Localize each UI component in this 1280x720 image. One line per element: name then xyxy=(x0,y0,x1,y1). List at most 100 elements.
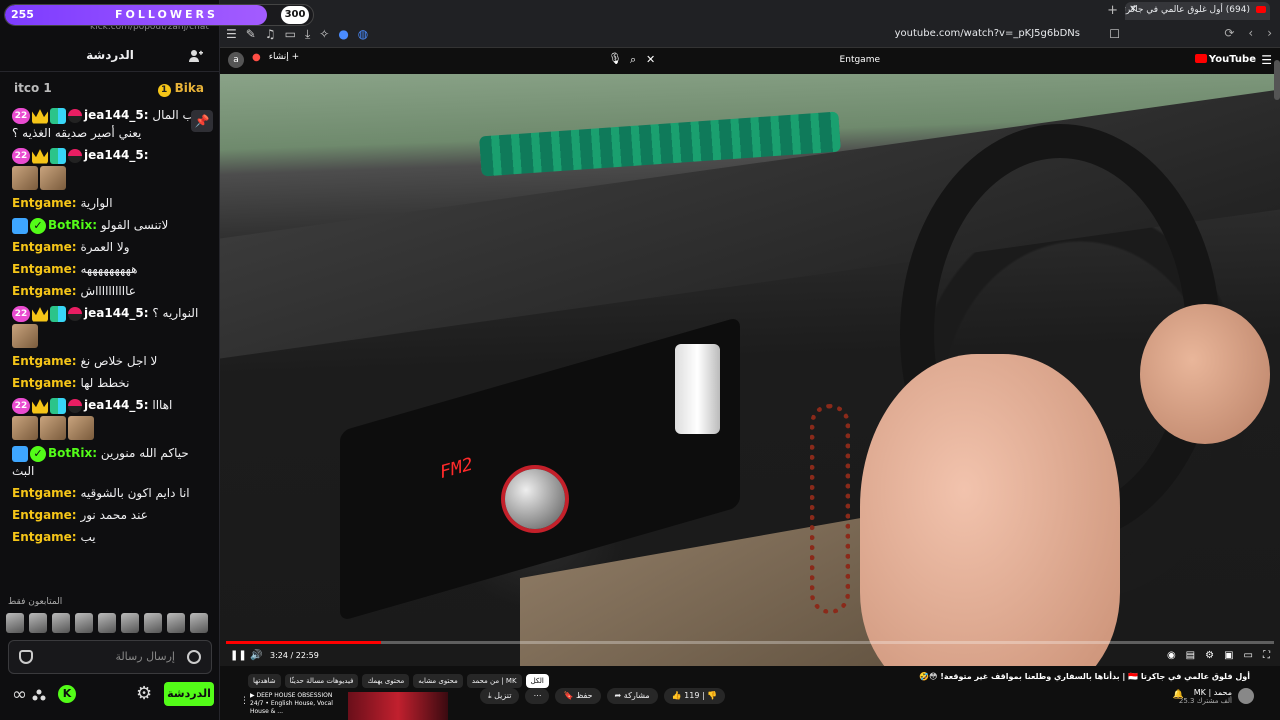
subscriber-badge-icon[interactable]: 22 xyxy=(12,107,30,124)
infinity-icon[interactable]: ∞ xyxy=(12,684,27,705)
kick-icon[interactable]: K xyxy=(58,685,76,703)
chat-input[interactable]: إرسال رسالة xyxy=(8,640,212,674)
chat-username[interactable]: jea144_5: xyxy=(84,108,149,122)
grid-badge-icon[interactable] xyxy=(50,397,66,414)
emote-6[interactable] xyxy=(121,613,139,633)
verified-badge-icon[interactable]: ✓ xyxy=(30,445,46,462)
chat-username[interactable]: Entgame: xyxy=(12,262,77,276)
emote-4[interactable] xyxy=(75,613,93,633)
recommended-video-title[interactable]: ▶ DEEP HOUSE OBSESSION 24/7 • English Ho… xyxy=(250,692,346,716)
extension-globe-icon[interactable]: ◍ xyxy=(358,27,368,42)
scrollbar[interactable] xyxy=(1274,60,1280,100)
channel-avatar[interactable] xyxy=(1238,688,1254,704)
pokeball-badge-icon[interactable] xyxy=(68,108,82,123)
menu-icon[interactable]: ☰ xyxy=(226,27,237,42)
bot-badge-icon[interactable] xyxy=(12,217,28,234)
save-button[interactable]: 🔖 حفظ xyxy=(555,688,601,704)
youtube-logo[interactable]: YouTube xyxy=(1194,54,1256,65)
bot-badge-icon[interactable] xyxy=(12,445,28,462)
crown-badge-icon[interactable] xyxy=(32,307,48,322)
emote-8[interactable] xyxy=(167,613,185,633)
send-chat-button[interactable]: الدردشة xyxy=(164,682,214,706)
share-button[interactable]: ➦ مشاركة xyxy=(606,688,658,704)
pen-icon[interactable]: ✎ xyxy=(246,27,256,42)
filter-chip[interactable]: الكل xyxy=(525,674,549,688)
more-button[interactable]: ⋯ xyxy=(525,688,550,704)
emote-9[interactable] xyxy=(190,613,208,633)
search-box[interactable]: ⌕ ✕ Entgame xyxy=(630,53,880,69)
grid-badge-icon[interactable] xyxy=(50,147,66,164)
video-player[interactable]: FM2 xyxy=(220,74,1280,666)
crown-badge-icon[interactable] xyxy=(32,149,48,164)
chat-username[interactable]: BotRix: xyxy=(48,218,97,232)
mic-icon[interactable]: 🎙 xyxy=(608,52,622,65)
filter-chip[interactable]: فيديوهات مسالة حديثًا xyxy=(284,674,359,688)
pin-icon[interactable]: 📌 xyxy=(191,110,213,132)
miniplayer-icon[interactable]: ▣ xyxy=(1224,650,1233,661)
emote-1[interactable] xyxy=(6,613,24,633)
theater-icon[interactable]: ▭ xyxy=(1244,650,1253,661)
extension-blue-icon[interactable]: ● xyxy=(338,27,348,42)
emote-2[interactable] xyxy=(29,613,47,633)
like-button[interactable]: 👍 119 | 👎 xyxy=(663,688,726,704)
bookmark-icon[interactable]: ☐ xyxy=(1109,27,1120,41)
chat-username[interactable]: BotRix: xyxy=(48,446,97,460)
create-button[interactable]: إنشاء + xyxy=(269,52,299,68)
crown-badge-icon[interactable] xyxy=(32,109,48,124)
chat-username[interactable]: Entgame: xyxy=(12,486,77,500)
chat-username[interactable]: jea144_5: xyxy=(84,398,149,412)
chat-username[interactable]: Entgame: xyxy=(12,530,77,544)
chat-username[interactable]: Entgame: xyxy=(12,354,77,368)
subtitles-icon[interactable]: ▤ xyxy=(1186,650,1195,661)
fullscreen-icon[interactable]: ⛶ xyxy=(1263,650,1270,661)
tab-youtube[interactable]: ✕ (694) أول غلوق عالمي في جاكرتا xyxy=(1125,2,1270,20)
notification-icon[interactable]: ● xyxy=(252,52,261,68)
clear-search-icon[interactable]: ✕ xyxy=(646,53,655,66)
reload-icon[interactable]: ⟳ xyxy=(1224,26,1234,40)
chat-username[interactable]: Entgame: xyxy=(12,376,77,390)
pokeball-badge-icon[interactable] xyxy=(68,306,82,321)
filter-chip[interactable]: محتوى يهمك xyxy=(362,674,410,688)
emote-3[interactable] xyxy=(52,613,70,633)
download-icon[interactable]: ⤓ xyxy=(305,27,310,42)
address-bar[interactable]: youtube.com/watch?v=_pKJ5g6bDNs xyxy=(895,28,1080,39)
chat-username[interactable]: jea144_5: xyxy=(84,306,149,320)
recommended-video-thumbnail[interactable] xyxy=(348,692,448,720)
close-tab-icon[interactable]: ✕ xyxy=(1129,4,1137,15)
music-icon[interactable]: ♫ xyxy=(265,27,276,42)
hamburger-icon[interactable]: ☰ xyxy=(1261,53,1272,67)
search-icon[interactable]: ⌕ xyxy=(630,53,636,67)
emoji-icon[interactable] xyxy=(187,650,201,664)
shield-icon[interactable] xyxy=(19,650,33,664)
pokeball-badge-icon[interactable] xyxy=(68,398,82,413)
volume-icon[interactable]: 🔊 xyxy=(250,650,262,661)
pause-icon[interactable]: ❚❚ xyxy=(230,650,247,661)
bell-icon[interactable]: 🔔 xyxy=(1173,690,1184,700)
subscriber-badge-icon[interactable]: 22 xyxy=(12,305,30,322)
crown-badge-icon[interactable] xyxy=(32,399,48,414)
verified-badge-icon[interactable]: ✓ xyxy=(30,217,46,234)
users-icon[interactable] xyxy=(188,48,204,64)
more-vertical-icon[interactable]: ⋮ xyxy=(240,696,249,706)
account-avatar[interactable]: a xyxy=(228,52,244,68)
download-button[interactable]: ⤓ تنزيل xyxy=(480,688,520,704)
subscriber-badge-icon[interactable]: 22 xyxy=(12,147,30,164)
settings-icon[interactable]: ⚙ xyxy=(1205,650,1214,661)
chat-username[interactable]: Entgame: xyxy=(12,196,77,210)
back-icon[interactable]: ‹ xyxy=(1248,26,1253,40)
screen-icon[interactable]: ▭ xyxy=(285,27,296,42)
puzzle-icon[interactable]: ✧ xyxy=(319,27,329,42)
filter-chip[interactable]: شاهدتها xyxy=(248,674,281,688)
new-tab-icon[interactable]: + xyxy=(1107,3,1118,18)
emote-7[interactable] xyxy=(144,613,162,633)
filter-chip[interactable]: من محمد | MK xyxy=(466,674,522,688)
chat-username[interactable]: jea144_5: xyxy=(84,148,149,162)
pokeball-badge-icon[interactable] xyxy=(68,148,82,163)
chat-username[interactable]: Entgame: xyxy=(12,284,77,298)
gear-icon[interactable]: ⚙ xyxy=(136,683,152,704)
autoplay-toggle[interactable]: ◉ xyxy=(1167,650,1176,661)
grid-badge-icon[interactable] xyxy=(50,107,66,124)
filter-chip[interactable]: محتوى مشابه xyxy=(413,674,463,688)
grid-badge-icon[interactable] xyxy=(50,305,66,322)
channel-info[interactable]: MK | محمد 25.3 ألف مشترك xyxy=(1179,688,1232,705)
